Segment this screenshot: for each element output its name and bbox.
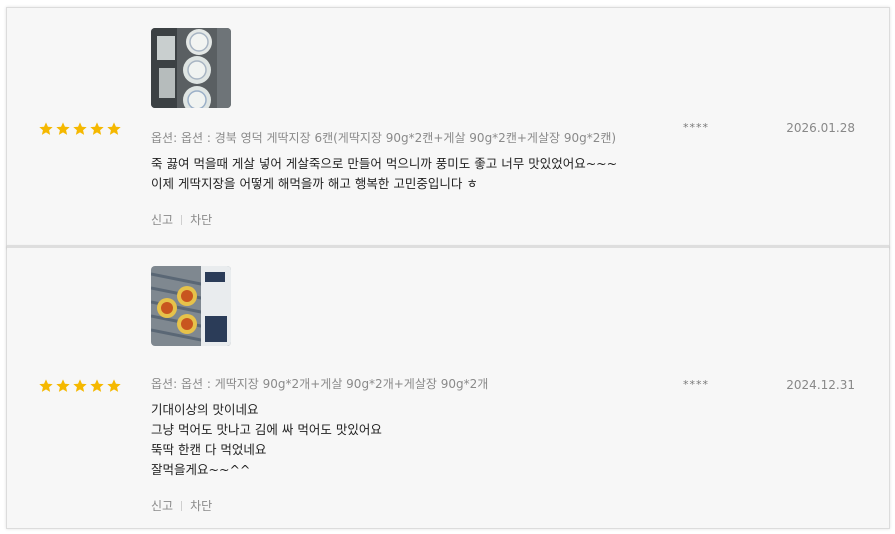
review-photo[interactable] (151, 28, 231, 108)
star-icon (107, 122, 121, 135)
star-icon (39, 379, 53, 392)
star-icon (56, 122, 70, 135)
author-name: **** (683, 378, 709, 391)
star-icon (107, 379, 121, 392)
star-icon (56, 379, 70, 392)
review-line: 그냥 먹어도 맛나고 김에 싸 먹어도 맛있어요 (151, 422, 382, 437)
star-icon (73, 379, 87, 392)
star-icon (90, 122, 104, 135)
product-option: 옵션: 옵션 : 경북 영덕 게딱지장 6캔(게딱지장 90g*2캔+게살 90… (151, 131, 617, 145)
review-actions: 신고 차단 (151, 497, 212, 514)
review-line: 기대이상의 맛이네요 (151, 402, 259, 417)
block-link[interactable]: 차단 (190, 497, 212, 514)
review-list: 옵션: 옵션 : 경북 영덕 게딱지장 6캔(게딱지장 90g*2캔+게살 90… (6, 7, 890, 529)
star-rating (38, 378, 122, 394)
review-line: 이제 게딱지장을 어떻게 해먹을까 해고 행복한 고민중입니다 ㅎ (151, 176, 478, 191)
report-link[interactable]: 신고 (151, 211, 173, 228)
star-icon (73, 122, 87, 135)
review-item: 옵션: 옵션 : 경북 영덕 게딱지장 6캔(게딱지장 90g*2캔+게살 90… (7, 8, 889, 245)
review-item: 옵션: 옵션 : 게딱지장 90g*2개+게살 90g*2개+게살장 90g*2… (7, 248, 889, 528)
review-date: 2026.01.28 (786, 121, 855, 135)
star-icon (39, 122, 53, 135)
review-photo[interactable] (151, 266, 231, 346)
review-line: 잘먹을게요~~^^ (151, 462, 251, 477)
review-line: 뚝딱 한캔 다 먹었네요 (151, 442, 267, 457)
author-name: **** (683, 121, 709, 134)
report-link[interactable]: 신고 (151, 497, 173, 514)
product-option: 옵션: 옵션 : 게딱지장 90g*2개+게살 90g*2개+게살장 90g*2… (151, 377, 489, 391)
divider (181, 214, 183, 225)
review-text: 죽 끓여 먹을때 게살 넣어 게살죽으로 만들어 먹으니까 풍미도 좋고 너무 … (151, 154, 617, 194)
star-icon (90, 379, 104, 392)
block-link[interactable]: 차단 (190, 211, 212, 228)
review-date: 2024.12.31 (786, 378, 855, 392)
star-rating (38, 121, 122, 137)
review-actions: 신고 차단 (151, 211, 212, 228)
review-text: 기대이상의 맛이네요 그냥 먹어도 맛나고 김에 싸 먹어도 맛있어요 뚝딱 한… (151, 400, 382, 480)
review-line: 죽 끓여 먹을때 게살 넣어 게살죽으로 만들어 먹으니까 풍미도 좋고 너무 … (151, 156, 618, 171)
divider (181, 500, 183, 511)
